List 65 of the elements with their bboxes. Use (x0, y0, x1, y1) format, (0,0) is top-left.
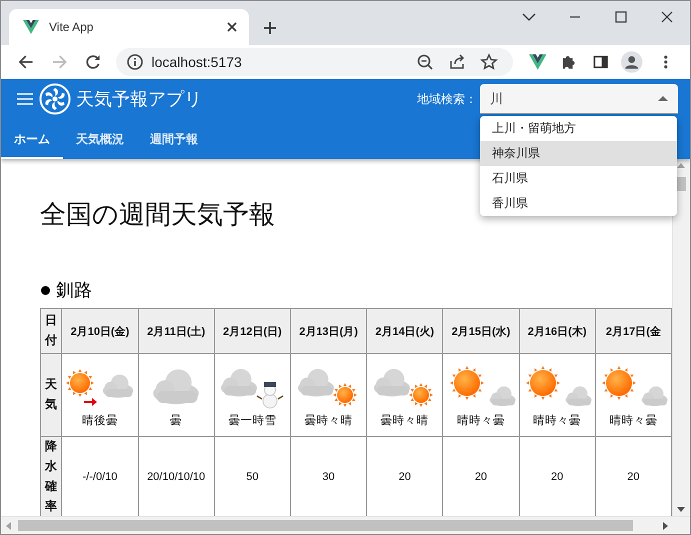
weather-text: 曇 (170, 414, 182, 428)
app-title: 天気予報アプリ (76, 88, 202, 111)
weather-text: 曇時々晴 (380, 414, 429, 428)
date-header: 2月17日(金 (606, 326, 661, 338)
precip-value: 20 (551, 471, 564, 483)
date-header: 2月14日(火) (375, 326, 434, 338)
logo-icon (39, 83, 71, 115)
row-label: 日付 (45, 312, 58, 349)
share-icon[interactable] (448, 53, 466, 71)
page-heading: 全国の週間天気予報 (40, 199, 275, 232)
precip-value: 50 (246, 471, 258, 483)
caret-up-icon (658, 96, 668, 101)
dropdown-option[interactable]: 神奈川県 (480, 141, 677, 166)
vertical-scrollbar[interactable] (672, 159, 690, 516)
date-header: 2月11日(土) (147, 326, 206, 338)
zoom-out-icon[interactable] (416, 53, 434, 71)
close-icon[interactable] (225, 20, 239, 34)
back-icon[interactable] (17, 53, 34, 71)
scroll-down-icon[interactable] (677, 507, 685, 512)
region-name: 釧路 (56, 279, 92, 302)
weather-text: 曇一時雪 (228, 414, 276, 428)
row-label: 降水確率 (45, 438, 58, 515)
weather-text: 晴時々曇 (456, 414, 505, 428)
reload-icon[interactable] (84, 53, 102, 71)
date-header: 2月15日(水) (452, 326, 510, 338)
horizontal-scrollbar[interactable] (1, 516, 690, 534)
date-header: 2月13日(月) (299, 326, 358, 338)
dropdown-option[interactable]: 石川県 (480, 166, 677, 191)
date-header: 2月12日(日) (222, 326, 282, 338)
row-label: 天気 (45, 376, 58, 413)
nav-tab[interactable]: 天気概況 (63, 119, 137, 159)
sidebar-icon[interactable] (592, 53, 610, 71)
weather-text: 晴後曇 (82, 414, 118, 428)
info-icon[interactable] (126, 53, 144, 71)
nav-tab[interactable]: 週間予報 (137, 119, 211, 159)
scroll-right-icon[interactable] (663, 522, 668, 530)
star-icon[interactable] (480, 53, 498, 71)
precip-value: 30 (322, 471, 335, 483)
weather-text: 晴時々曇 (609, 414, 658, 428)
search-label: 地域検索： (417, 90, 477, 108)
url-text: localhost:5173 (152, 54, 243, 70)
scroll-thumb[interactable] (18, 520, 633, 531)
tab-title: Vite App (49, 20, 94, 34)
precip-value: 20 (627, 471, 640, 483)
dropdown-option[interactable]: 上川・留萌地方 (480, 116, 677, 141)
dropdown-option[interactable]: 香川県 (480, 191, 677, 216)
date-header: 2月10日(金) (70, 326, 130, 338)
region-search-field[interactable]: 川 (480, 84, 678, 114)
weather-text: 曇時々晴 (304, 414, 353, 428)
precip-value: 20/10/10/10 (147, 471, 206, 483)
menu-icon[interactable] (17, 93, 33, 105)
address-bar[interactable]: localhost:5173 (116, 48, 513, 76)
date-header: 2月16日(木) (528, 326, 586, 338)
v-logo-icon[interactable] (528, 53, 546, 71)
weather-text: 晴時々曇 (533, 414, 582, 428)
bullet-icon (41, 286, 50, 294)
plus-icon[interactable] (263, 21, 277, 35)
avatar-icon[interactable] (621, 51, 643, 73)
browser-tab[interactable]: Vite App (9, 9, 249, 45)
precip-value: -/-/0/10 (82, 471, 118, 483)
precip-value: 20 (474, 471, 488, 483)
precip-value: 20 (398, 471, 411, 483)
scroll-up-icon[interactable] (677, 163, 685, 168)
v-logo-icon (23, 20, 39, 34)
scroll-thumb[interactable] (677, 177, 686, 191)
